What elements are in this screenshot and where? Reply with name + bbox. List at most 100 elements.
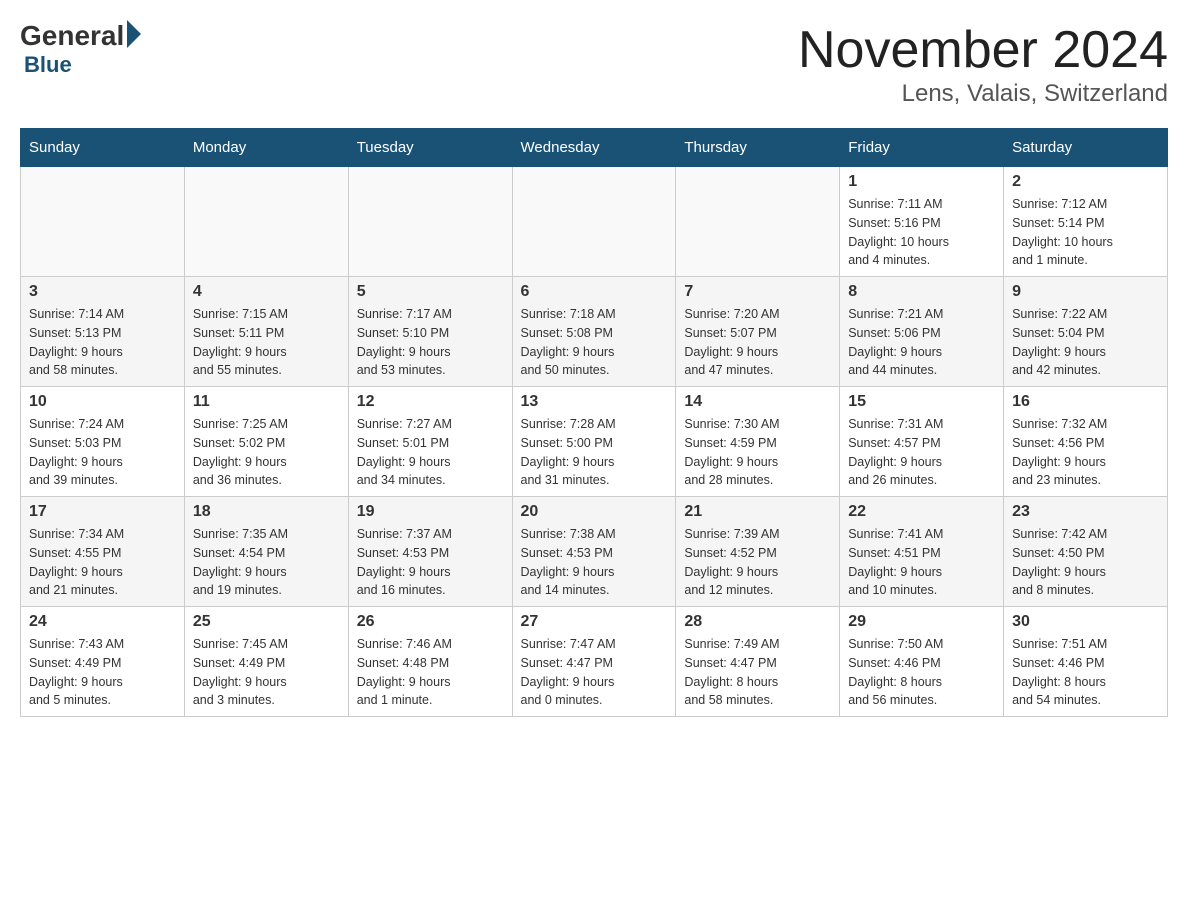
page-header: General Blue November 2024 Lens, Valais,…: [20, 20, 1168, 108]
day-info: Sunrise: 7:45 AM Sunset: 4:49 PM Dayligh…: [193, 635, 340, 710]
calendar-cell: 26 Sunrise: 7:46 AM Sunset: 4:48 PM Dayli…: [348, 607, 512, 717]
day-info: Sunrise: 7:14 AM Sunset: 5:13 PM Dayligh…: [29, 305, 176, 380]
day-number: 12: [357, 393, 504, 411]
day-info: Sunrise: 7:31 AM Sunset: 4:57 PM Dayligh…: [848, 415, 995, 490]
day-info: Sunrise: 7:32 AM Sunset: 4:56 PM Dayligh…: [1012, 415, 1159, 490]
day-number: 16: [1012, 393, 1159, 411]
calendar-header-thursday: Thursday: [676, 129, 840, 167]
day-number: 28: [684, 613, 831, 631]
day-info: Sunrise: 7:11 AM Sunset: 5:16 PM Dayligh…: [848, 195, 995, 270]
calendar-cell: 25 Sunrise: 7:45 AM Sunset: 4:49 PM Dayli…: [184, 607, 348, 717]
calendar-cell: 18 Sunrise: 7:35 AM Sunset: 4:54 PM Dayli…: [184, 497, 348, 607]
day-number: 2: [1012, 173, 1159, 191]
day-info: Sunrise: 7:27 AM Sunset: 5:01 PM Dayligh…: [357, 415, 504, 490]
calendar-header-monday: Monday: [184, 129, 348, 167]
day-info: Sunrise: 7:46 AM Sunset: 4:48 PM Dayligh…: [357, 635, 504, 710]
calendar-week-row: 10 Sunrise: 7:24 AM Sunset: 5:03 PM Dayli…: [21, 387, 1168, 497]
day-number: 27: [521, 613, 668, 631]
logo-blue-text: Blue: [24, 52, 72, 78]
day-number: 11: [193, 393, 340, 411]
logo: General Blue: [20, 20, 141, 78]
calendar-header-tuesday: Tuesday: [348, 129, 512, 167]
calendar-week-row: 1 Sunrise: 7:11 AM Sunset: 5:16 PM Daylig…: [21, 167, 1168, 277]
calendar-header-wednesday: Wednesday: [512, 129, 676, 167]
day-info: Sunrise: 7:38 AM Sunset: 4:53 PM Dayligh…: [521, 525, 668, 600]
day-info: Sunrise: 7:50 AM Sunset: 4:46 PM Dayligh…: [848, 635, 995, 710]
day-info: Sunrise: 7:17 AM Sunset: 5:10 PM Dayligh…: [357, 305, 504, 380]
calendar-header-friday: Friday: [840, 129, 1004, 167]
calendar-cell: 11 Sunrise: 7:25 AM Sunset: 5:02 PM Dayli…: [184, 387, 348, 497]
calendar-week-row: 17Sunrise: 7:34 AM Sunset: 4:55 PM Dayli…: [21, 497, 1168, 607]
day-number: 21: [684, 503, 831, 521]
day-info: Sunrise: 7:28 AM Sunset: 5:00 PM Dayligh…: [521, 415, 668, 490]
calendar-cell: 20 Sunrise: 7:38 AM Sunset: 4:53 PM Dayli…: [512, 497, 676, 607]
day-number: 30: [1012, 613, 1159, 631]
calendar-header-row: SundayMondayTuesdayWednesdayThursdayFrid…: [21, 129, 1168, 167]
calendar-cell: 27 Sunrise: 7:47 AM Sunset: 4:47 PM Dayli…: [512, 607, 676, 717]
day-number: 24: [29, 613, 176, 631]
day-number: 25: [193, 613, 340, 631]
day-number: 10: [29, 393, 176, 411]
calendar-cell: 16 Sunrise: 7:32 AM Sunset: 4:56 PM Dayli…: [1004, 387, 1168, 497]
day-info: Sunrise: 7:47 AM Sunset: 4:47 PM Dayligh…: [521, 635, 668, 710]
day-number: 18: [193, 503, 340, 521]
calendar-cell: [676, 167, 840, 277]
day-info: Sunrise: 7:24 AM Sunset: 5:03 PM Dayligh…: [29, 415, 176, 490]
day-info: Sunrise: 7:41 AM Sunset: 4:51 PM Dayligh…: [848, 525, 995, 600]
calendar-cell: 1 Sunrise: 7:11 AM Sunset: 5:16 PM Daylig…: [840, 167, 1004, 277]
logo-general-text: General: [20, 20, 124, 52]
calendar-cell: 5 Sunrise: 7:17 AM Sunset: 5:10 PM Daylig…: [348, 277, 512, 387]
calendar-cell: [348, 167, 512, 277]
day-number: 1: [848, 173, 995, 191]
calendar-header-sunday: Sunday: [21, 129, 185, 167]
day-info: Sunrise: 7:18 AM Sunset: 5:08 PM Dayligh…: [521, 305, 668, 380]
day-number: 6: [521, 283, 668, 301]
day-info: Sunrise: 7:22 AM Sunset: 5:04 PM Dayligh…: [1012, 305, 1159, 380]
calendar-cell: [512, 167, 676, 277]
calendar-week-row: 3 Sunrise: 7:14 AM Sunset: 5:13 PM Daylig…: [21, 277, 1168, 387]
logo-arrow-icon: [127, 20, 141, 48]
day-info: Sunrise: 7:49 AM Sunset: 4:47 PM Dayligh…: [684, 635, 831, 710]
day-number: 19: [357, 503, 504, 521]
day-info: Sunrise: 7:30 AM Sunset: 4:59 PM Dayligh…: [684, 415, 831, 490]
day-info: Sunrise: 7:34 AM Sunset: 4:55 PM Dayligh…: [29, 525, 176, 600]
day-number: 8: [848, 283, 995, 301]
calendar-cell: 28 Sunrise: 7:49 AM Sunset: 4:47 PM Dayli…: [676, 607, 840, 717]
day-number: 22: [848, 503, 995, 521]
day-number: 23: [1012, 503, 1159, 521]
calendar-cell: 12 Sunrise: 7:27 AM Sunset: 5:01 PM Dayli…: [348, 387, 512, 497]
calendar-cell: 6 Sunrise: 7:18 AM Sunset: 5:08 PM Daylig…: [512, 277, 676, 387]
calendar-cell: 24Sunrise: 7:43 AM Sunset: 4:49 PM Dayli…: [21, 607, 185, 717]
day-info: Sunrise: 7:37 AM Sunset: 4:53 PM Dayligh…: [357, 525, 504, 600]
calendar-cell: 10 Sunrise: 7:24 AM Sunset: 5:03 PM Dayli…: [21, 387, 185, 497]
calendar-cell: 2 Sunrise: 7:12 AM Sunset: 5:14 PM Daylig…: [1004, 167, 1168, 277]
day-number: 26: [357, 613, 504, 631]
calendar-week-row: 24Sunrise: 7:43 AM Sunset: 4:49 PM Dayli…: [21, 607, 1168, 717]
day-number: 4: [193, 283, 340, 301]
calendar-cell: [184, 167, 348, 277]
day-number: 3: [29, 283, 176, 301]
day-info: Sunrise: 7:25 AM Sunset: 5:02 PM Dayligh…: [193, 415, 340, 490]
calendar-cell: 4 Sunrise: 7:15 AM Sunset: 5:11 PM Daylig…: [184, 277, 348, 387]
day-number: 29: [848, 613, 995, 631]
calendar-subtitle: Lens, Valais, Switzerland: [798, 80, 1168, 108]
calendar-cell: [21, 167, 185, 277]
day-info: Sunrise: 7:42 AM Sunset: 4:50 PM Dayligh…: [1012, 525, 1159, 600]
day-info: Sunrise: 7:35 AM Sunset: 4:54 PM Dayligh…: [193, 525, 340, 600]
day-number: 5: [357, 283, 504, 301]
day-number: 20: [521, 503, 668, 521]
day-info: Sunrise: 7:39 AM Sunset: 4:52 PM Dayligh…: [684, 525, 831, 600]
calendar-cell: 13 Sunrise: 7:28 AM Sunset: 5:00 PM Dayli…: [512, 387, 676, 497]
day-info: Sunrise: 7:15 AM Sunset: 5:11 PM Dayligh…: [193, 305, 340, 380]
calendar-table: SundayMondayTuesdayWednesdayThursdayFrid…: [20, 128, 1168, 717]
calendar-cell: 29 Sunrise: 7:50 AM Sunset: 4:46 PM Dayli…: [840, 607, 1004, 717]
title-block: November 2024 Lens, Valais, Switzerland: [798, 20, 1168, 108]
day-info: Sunrise: 7:12 AM Sunset: 5:14 PM Dayligh…: [1012, 195, 1159, 270]
calendar-cell: 19 Sunrise: 7:37 AM Sunset: 4:53 PM Dayli…: [348, 497, 512, 607]
day-number: 9: [1012, 283, 1159, 301]
calendar-cell: 8 Sunrise: 7:21 AM Sunset: 5:06 PM Daylig…: [840, 277, 1004, 387]
day-number: 13: [521, 393, 668, 411]
day-info: Sunrise: 7:21 AM Sunset: 5:06 PM Dayligh…: [848, 305, 995, 380]
calendar-cell: 9 Sunrise: 7:22 AM Sunset: 5:04 PM Daylig…: [1004, 277, 1168, 387]
calendar-title: November 2024: [798, 20, 1168, 80]
